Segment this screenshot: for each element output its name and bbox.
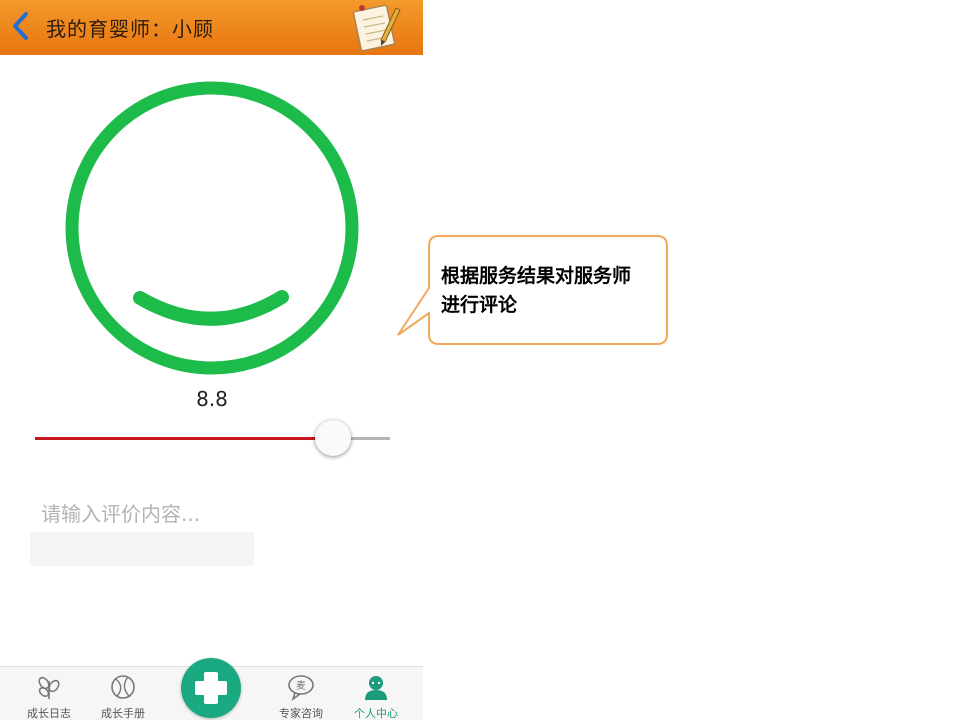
- user-icon: [365, 676, 387, 700]
- tab-label: 个人中心: [354, 707, 398, 720]
- tab-label: 成长手册: [101, 707, 145, 720]
- back-button[interactable]: [8, 10, 34, 42]
- rating-score: 8.8: [196, 387, 228, 411]
- annotation-text: 根据服务结果对服务师进行评论: [441, 265, 632, 316]
- svg-text:麦: 麦: [296, 680, 306, 692]
- ball-icon: [111, 675, 135, 699]
- page-title: 我的育婴师：小顾: [46, 17, 214, 41]
- tab-growth-handbook[interactable]: 成长手册: [88, 667, 158, 720]
- notepad-pencil-icon[interactable]: [348, 2, 402, 52]
- chevron-left-icon: [13, 12, 28, 40]
- tab-label: 专家咨询: [279, 707, 323, 720]
- comment-input[interactable]: 请输入评价内容...: [30, 490, 254, 566]
- smiley-face-icon: [65, 81, 359, 375]
- sprout-icon: [38, 676, 60, 699]
- tab-label: 成长日志: [27, 707, 71, 720]
- tab-expert-consult[interactable]: 麦 专家咨询: [266, 667, 336, 720]
- chat-bubble-icon: 麦: [288, 675, 314, 701]
- rating-slider[interactable]: [35, 420, 390, 456]
- comment-placeholder: 请输入评价内容...: [41, 502, 201, 526]
- slider-fill: [35, 437, 333, 440]
- phone-screen: 我的育婴师：小顾 8.8 请输入评价内容... 成长日志 成长手册 麦 专家咨询…: [0, 0, 423, 720]
- tab-personal-center[interactable]: 个人中心: [341, 667, 411, 720]
- app-header: 我的育婴师：小顾: [0, 0, 423, 55]
- tab-growth-log[interactable]: 成长日志: [14, 667, 84, 720]
- plus-icon: [195, 672, 227, 704]
- slider-thumb[interactable]: [315, 420, 351, 456]
- add-button[interactable]: [181, 658, 241, 718]
